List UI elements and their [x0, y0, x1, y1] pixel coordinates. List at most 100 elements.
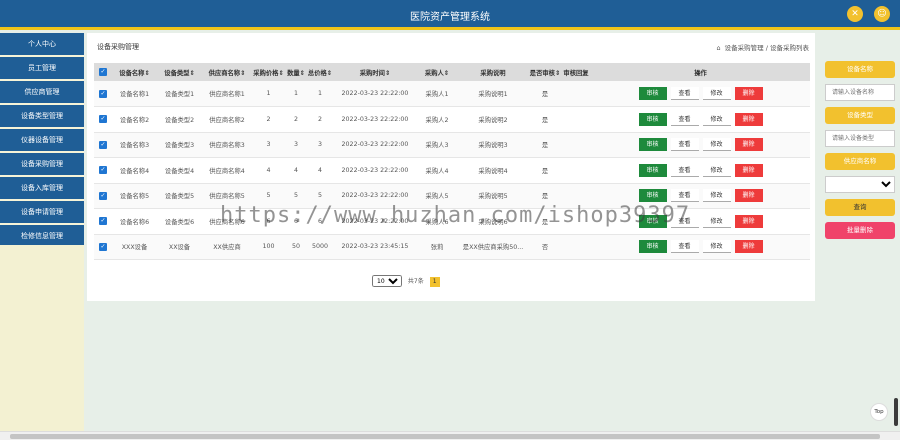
row-checkbox-icon[interactable]: ✓: [99, 115, 107, 124]
delete-button[interactable]: 删除: [734, 138, 763, 152]
col-purchaser[interactable]: 采购人⇕: [417, 63, 457, 81]
cell-note: 采购说明1: [478, 91, 508, 98]
home-icon[interactable]: ⌂: [716, 44, 720, 52]
approve-button[interactable]: 审核: [638, 112, 667, 126]
edit-button[interactable]: 修改: [702, 138, 731, 152]
edit-button[interactable]: 修改: [702, 87, 731, 100]
cell-device-name: 设备名称4: [119, 167, 150, 175]
edit-button[interactable]: 修改: [702, 214, 731, 228]
device-type-input[interactable]: [825, 130, 895, 147]
sidebar-item-application[interactable]: 设备申请管理: [0, 201, 84, 223]
approve-button[interactable]: 审核: [638, 87, 667, 100]
edit-button[interactable]: 修改: [702, 189, 731, 203]
approve-button[interactable]: 审核: [638, 163, 667, 177]
app-title: 医院资产管理系统: [410, 12, 490, 23]
device-name-label: 设备名称: [825, 61, 895, 78]
search-panel: 设备名称 设备类型 供应商名称 查询 批量删除: [825, 61, 895, 239]
view-button[interactable]: 查看: [670, 240, 699, 254]
top-bar: 医院资产管理系统 ✕ ☺: [0, 0, 900, 30]
back-to-top-button[interactable]: Top: [870, 403, 888, 421]
supplier-select[interactable]: [825, 176, 895, 193]
col-audited[interactable]: 是否审核⇕: [529, 63, 561, 81]
sidebar-item-purchase[interactable]: 设备采购管理: [0, 153, 84, 175]
cell-reply: [561, 81, 591, 107]
edit-button[interactable]: 修改: [702, 112, 731, 126]
approve-button[interactable]: 审核: [638, 189, 667, 203]
sidebar-item-warehouse[interactable]: 设备入库管理: [0, 177, 84, 199]
col-reply: 审核回复: [563, 69, 589, 77]
approve-button[interactable]: 审核: [638, 138, 667, 152]
cell-price: 100: [262, 243, 275, 251]
col-device-type[interactable]: 设备类型⇕: [157, 63, 202, 81]
delete-button[interactable]: 删除: [734, 163, 763, 177]
view-button[interactable]: 查看: [670, 138, 699, 152]
cell-device-name: 设备名称1: [119, 91, 150, 98]
page-current[interactable]: 1: [429, 276, 440, 287]
cell-time: 2022-03-23 22:22:00: [341, 141, 409, 149]
cell-device-type: 设备类型1: [164, 91, 195, 98]
total-count: 共7条: [407, 277, 424, 285]
cell-device-type: XX设备: [168, 244, 191, 252]
cell-purchaser: 采购人1: [425, 91, 449, 98]
cell-device-type: 设备类型5: [164, 193, 195, 201]
cell-qty: 1: [293, 90, 298, 97]
close-icon[interactable]: ✕: [847, 6, 863, 22]
col-time[interactable]: 采购时间⇕: [333, 63, 417, 81]
cell-purchaser: 张莉: [430, 244, 444, 252]
checkbox-icon[interactable]: ✓: [99, 68, 107, 76]
delete-button[interactable]: 删除: [734, 240, 763, 254]
sidebar-item-maintenance[interactable]: 检修信息管理: [0, 225, 84, 247]
cell-total: 3: [317, 141, 322, 149]
approve-button[interactable]: 审核: [638, 240, 667, 254]
delete-button[interactable]: 删除: [734, 214, 763, 228]
cell-qty: 2: [293, 115, 298, 123]
device-name-input[interactable]: [825, 84, 895, 101]
sidebar-item-personal-center[interactable]: 个人中心: [0, 33, 84, 55]
delete-button[interactable]: 删除: [734, 87, 763, 100]
sidebar-item-device-type[interactable]: 设备类型管理: [0, 105, 84, 127]
row-checkbox-icon[interactable]: ✓: [99, 140, 107, 149]
row-checkbox-icon[interactable]: ✓: [99, 217, 107, 226]
view-button[interactable]: 查看: [670, 112, 699, 126]
cell-supplier: 供应商名称2: [209, 116, 245, 124]
main-panel: 设备采购管理 ⌂ 设备采购管理 / 设备采购列表 ✓ 设备名称⇕ 设备类型⇕ 供…: [87, 33, 815, 301]
row-checkbox-icon[interactable]: ✓: [99, 166, 107, 175]
delete-button[interactable]: 删除: [734, 112, 763, 126]
vertical-scrollbar[interactable]: [894, 398, 898, 426]
user-icon[interactable]: ☺: [874, 6, 890, 22]
row-checkbox-icon[interactable]: ✓: [99, 242, 107, 251]
col-price[interactable]: 采购价格⇕: [252, 63, 285, 81]
delete-button[interactable]: 删除: [734, 189, 763, 203]
edit-button[interactable]: 修改: [702, 163, 731, 177]
page-size-select[interactable]: 10: [372, 275, 402, 287]
horizontal-scrollbar[interactable]: [0, 431, 900, 440]
col-qty[interactable]: 数量⇕: [285, 63, 307, 81]
bulk-delete-button[interactable]: 批量删除: [825, 222, 895, 239]
query-button[interactable]: 查询: [825, 199, 895, 216]
col-total[interactable]: 总价格⇕: [307, 63, 333, 81]
scrollbar-thumb[interactable]: [10, 434, 880, 439]
cell-device-name: 设备名称6: [119, 218, 150, 226]
cell-note: 采购说明4: [478, 167, 508, 175]
sidebar-item-supplier[interactable]: 供应商管理: [0, 81, 84, 103]
view-button[interactable]: 查看: [670, 189, 699, 203]
row-checkbox-icon[interactable]: ✓: [99, 89, 107, 98]
cell-audited: 是: [541, 142, 549, 150]
col-supplier[interactable]: 供应商名称⇕: [202, 63, 252, 81]
view-button[interactable]: 查看: [670, 87, 699, 100]
cell-time: 2022-03-23 22:22:00: [341, 115, 409, 123]
cell-audited: 否: [541, 244, 549, 252]
view-button[interactable]: 查看: [670, 163, 699, 177]
row-checkbox-icon[interactable]: ✓: [99, 191, 107, 200]
edit-button[interactable]: 修改: [702, 240, 731, 254]
cell-audited: 是: [541, 116, 549, 124]
cell-note: 是XX供应商采购50...: [462, 244, 524, 252]
sidebar-item-instrument[interactable]: 仪器设备管理: [0, 129, 84, 151]
cell-price: 3: [266, 141, 271, 149]
table-row: ✓ 设备名称1 设备类型1 供应商名称1 1 1 1 2022-03-23 22:22:00 采…: [94, 81, 810, 107]
sidebar-item-staff[interactable]: 员工管理: [0, 57, 84, 79]
col-device-name[interactable]: 设备名称⇕: [112, 63, 157, 81]
cell-device-name: XXX设备: [121, 244, 148, 252]
cell-purchaser: 采购人3: [425, 142, 449, 150]
cell-device-type: 设备类型4: [164, 167, 195, 175]
